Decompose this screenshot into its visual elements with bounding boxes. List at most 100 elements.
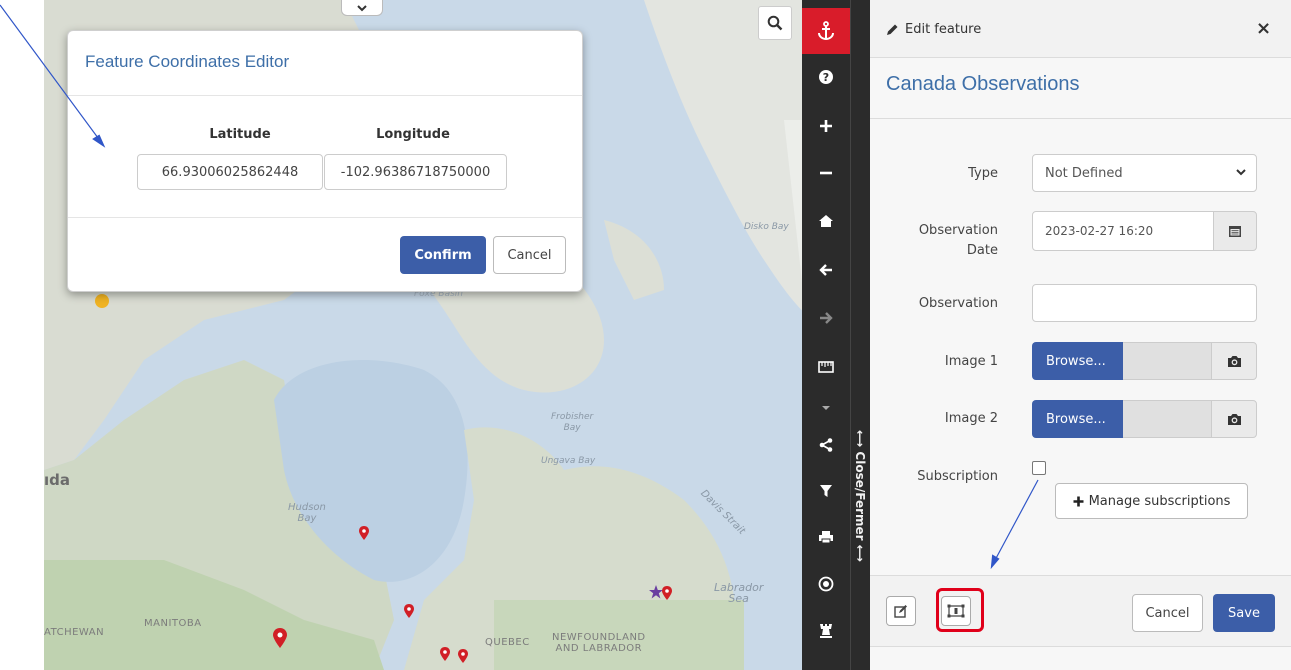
panel-header-label: Edit feature xyxy=(905,22,982,37)
divider xyxy=(870,118,1291,119)
arrow-right-icon xyxy=(820,312,833,324)
modal-title: Feature Coordinates Editor xyxy=(85,52,290,71)
panel-save-button[interactable]: Save xyxy=(1213,594,1275,632)
observation-marker[interactable] xyxy=(359,526,369,540)
map-label-disko-bay: Disko Bay xyxy=(744,222,789,232)
print-icon xyxy=(819,531,833,544)
anchor-icon xyxy=(818,21,834,41)
plus-icon xyxy=(820,120,832,132)
share-icon xyxy=(819,438,833,452)
modal-cancel-button[interactable]: Cancel xyxy=(493,236,566,274)
observation-label: Observation xyxy=(918,296,998,311)
image1-browse-button[interactable]: Browse... xyxy=(1032,342,1123,380)
map-label-saskatchewan: ATCHEWAN xyxy=(44,627,105,638)
panel-toggle-strip[interactable] xyxy=(850,0,870,670)
next-view-button[interactable] xyxy=(802,295,850,341)
home-icon xyxy=(819,215,833,227)
longitude-input[interactable]: -102.96386718750000 xyxy=(324,154,507,190)
zoom-out-button[interactable] xyxy=(802,150,850,196)
confirm-button[interactable]: Confirm xyxy=(400,236,486,274)
filter-button[interactable] xyxy=(802,468,850,514)
observation-marker[interactable] xyxy=(404,604,414,618)
panel-header-title: Edit feature xyxy=(886,22,981,37)
minus-icon xyxy=(820,171,832,175)
svg-text:?: ? xyxy=(823,71,829,84)
panel-cancel-button[interactable]: Cancel xyxy=(1132,594,1203,632)
observation-input[interactable] xyxy=(1032,284,1257,322)
filter-icon xyxy=(820,485,832,497)
divider xyxy=(68,217,582,218)
panel-footer: Cancel Save xyxy=(870,575,1291,647)
manage-subscriptions-button[interactable]: Manage subscriptions xyxy=(1055,483,1248,519)
map-label-newfoundland: NEWFOUNDLAND AND LABRADOR xyxy=(552,632,646,654)
measure-button[interactable] xyxy=(802,344,850,390)
print-button[interactable] xyxy=(802,514,850,560)
edit-feature-panel: Edit feature × Canada Observations Type … xyxy=(870,0,1291,670)
share-button[interactable] xyxy=(802,422,850,468)
help-tool-button[interactable]: ? xyxy=(802,54,850,100)
observation-date-value: 2023-02-27 16:20 xyxy=(1045,224,1154,238)
calendar-icon xyxy=(1229,226,1241,237)
close-panel-label: ⟷ Close/Fermer ⟷ xyxy=(853,430,868,562)
image1-camera-button[interactable] xyxy=(1211,342,1257,380)
highlight-box xyxy=(936,588,984,632)
previous-view-button[interactable] xyxy=(802,247,850,293)
map-label-canada: ıda xyxy=(44,471,71,489)
anchor-tool-button[interactable] xyxy=(802,8,850,54)
longitude-header: Longitude xyxy=(376,127,450,142)
chess-rook-icon xyxy=(820,624,832,638)
edit-icon xyxy=(894,605,907,618)
favorite-and-observation-markers[interactable] xyxy=(649,585,675,601)
manage-subscriptions-label: Manage subscriptions xyxy=(1088,493,1231,509)
type-label: Type xyxy=(968,166,998,181)
observation-date-label: Observation Date xyxy=(918,223,998,258)
plus-icon xyxy=(1073,496,1084,506)
observation-marker[interactable] xyxy=(273,628,287,648)
latitude-header: Latitude xyxy=(209,127,271,142)
chevron-down-icon xyxy=(1236,169,1246,176)
observation-marker[interactable] xyxy=(440,647,450,661)
map-label-frobisher-bay: Frobisher Bay xyxy=(551,412,594,433)
chevron-down-icon xyxy=(357,4,367,11)
caret-down-icon xyxy=(822,406,830,410)
map-label-manitoba: MANITOBA xyxy=(144,618,202,629)
type-select[interactable]: Not Defined xyxy=(1032,154,1257,192)
zoom-in-button[interactable] xyxy=(802,103,850,149)
map-label-labrador-sea: Labrador Sea xyxy=(714,581,764,605)
date-picker-button[interactable] xyxy=(1213,211,1257,251)
pencil-icon xyxy=(887,24,898,35)
image2-camera-button[interactable] xyxy=(1211,400,1257,438)
image2-browse-button[interactable]: Browse... xyxy=(1032,400,1123,438)
chess-tool-button[interactable] xyxy=(802,608,850,654)
close-panel-toggle[interactable]: ⟷ Close/Fermer ⟷ xyxy=(851,430,869,562)
map-label-quebec: QUEBEC xyxy=(485,637,530,648)
latitude-value: 66.93006025862448 xyxy=(161,164,299,180)
home-button[interactable] xyxy=(802,198,850,244)
coordinates-editor-modal: Feature Coordinates Editor Latitude Long… xyxy=(67,30,583,292)
yellow-point-marker[interactable] xyxy=(94,293,110,309)
image2-filename xyxy=(1123,400,1211,438)
image1-filename xyxy=(1123,342,1211,380)
edit-attributes-button[interactable] xyxy=(886,596,916,626)
target-icon xyxy=(818,576,834,592)
map-label-ungava-bay: Ungava Bay xyxy=(541,456,596,466)
map-search-button[interactable] xyxy=(758,6,792,40)
collapse-tab[interactable] xyxy=(341,0,383,16)
image2-label: Image 2 xyxy=(944,411,998,426)
panel-close-button[interactable]: × xyxy=(1256,18,1271,39)
observation-marker[interactable] xyxy=(458,649,468,663)
arrow-left-icon xyxy=(819,264,832,276)
search-icon xyxy=(767,15,783,31)
map-label-hudson-bay: Hudson Bay xyxy=(288,502,326,524)
ruler-icon xyxy=(818,361,834,373)
question-icon: ? xyxy=(819,70,833,84)
camera-icon xyxy=(1227,413,1241,425)
latitude-input[interactable]: 66.93006025862448 xyxy=(137,154,323,190)
locate-button[interactable] xyxy=(802,561,850,607)
type-select-value: Not Defined xyxy=(1045,165,1123,181)
observation-date-input[interactable]: 2023-02-27 16:20 xyxy=(1032,211,1214,251)
divider xyxy=(68,95,582,96)
feature-layer-title: Canada Observations xyxy=(886,73,1080,95)
subscription-checkbox[interactable] xyxy=(1032,461,1046,475)
camera-icon xyxy=(1227,355,1241,367)
